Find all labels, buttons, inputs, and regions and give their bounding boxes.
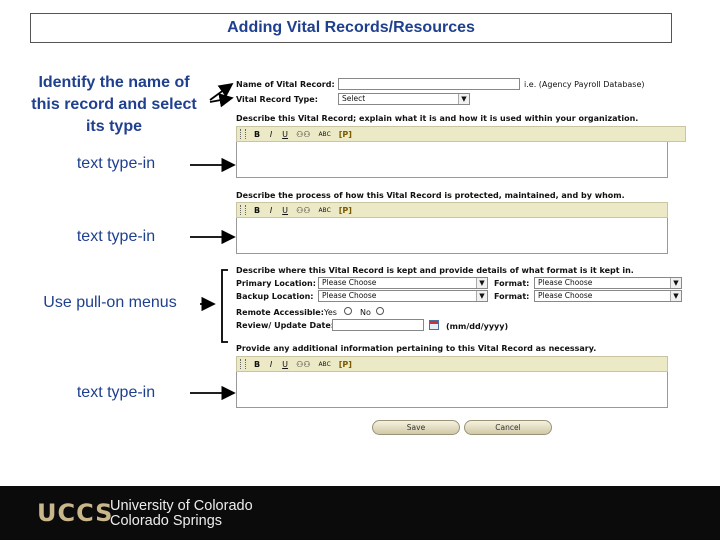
vital-record-form: Name of Vital Record: i.e. (Agency Payro… xyxy=(236,76,686,446)
where-label: Describe where this Vital Record is kept… xyxy=(236,266,634,275)
toolbar-grip xyxy=(240,129,246,139)
chevron-down-icon: ▼ xyxy=(476,291,487,301)
backup-location-select[interactable]: Please Choose ▼ xyxy=(318,290,488,302)
annotation-text-typein-2: text type-in xyxy=(76,228,156,245)
process-label: Describe the process of how this Vital R… xyxy=(236,191,625,200)
format-label: Format: xyxy=(494,279,530,288)
italic-button[interactable]: I xyxy=(268,130,274,139)
remote-accessible-label: Remote Accessible: xyxy=(236,308,324,317)
find-button[interactable]: ⚇⚇ xyxy=(296,130,310,139)
menus-bracket xyxy=(221,269,228,343)
review-date-label: Review/ Update Date: xyxy=(236,321,334,330)
chevron-down-icon: ▼ xyxy=(670,291,681,301)
date-format-hint: (mm/dd/yyyy) xyxy=(446,322,509,331)
annotation-identify: Identify the name of this record and sel… xyxy=(18,72,210,138)
save-button[interactable]: Save xyxy=(372,420,460,435)
no-label: No xyxy=(360,308,371,317)
cancel-button[interactable]: Cancel xyxy=(464,420,552,435)
arrow-to-name-field xyxy=(209,82,234,101)
annotation-text-typein-1: text type-in xyxy=(76,155,156,172)
underline-button[interactable]: U xyxy=(282,206,288,215)
annotation-identify-line1: Identify the name of xyxy=(38,74,190,91)
spellcheck-button[interactable]: ABC xyxy=(318,207,330,214)
backup-location-value: Please Choose xyxy=(322,291,377,300)
calendar-icon[interactable] xyxy=(429,320,439,330)
chevron-down-icon: ▼ xyxy=(476,278,487,288)
spellcheck-button[interactable]: ABC xyxy=(318,131,330,138)
format-select-1[interactable]: Please Choose ▼ xyxy=(534,277,682,289)
underline-button[interactable]: U xyxy=(282,130,288,139)
format-select-2[interactable]: Please Choose ▼ xyxy=(534,290,682,302)
backup-location-label: Backup Location: xyxy=(236,292,314,301)
name-hint: i.e. (Agency Payroll Database) xyxy=(524,80,645,89)
type-select-value: Select xyxy=(342,94,366,103)
paste-button[interactable]: [P] xyxy=(339,360,352,369)
additional-info-label: Provide any additional information perta… xyxy=(236,344,597,353)
annotation-identify-line2: this record and select xyxy=(31,96,197,113)
toolbar-grip xyxy=(240,205,246,215)
primary-location-value: Please Choose xyxy=(322,278,377,287)
bold-button[interactable]: B xyxy=(254,130,260,139)
arrow-to-type-select xyxy=(209,93,234,108)
format-2-label: Format: xyxy=(494,292,530,301)
uccs-logo: UCCS xyxy=(37,499,114,527)
format-select-2-value: Please Choose xyxy=(538,291,593,300)
process-editor[interactable] xyxy=(236,218,668,254)
review-date-input[interactable] xyxy=(332,319,424,331)
annotation-pull-on-menus: Use pull-on menus xyxy=(43,294,177,311)
type-label: Vital Record Type: xyxy=(236,95,318,104)
primary-location-select[interactable]: Please Choose ▼ xyxy=(318,277,488,289)
editor-toolbar-3: B I U ⚇⚇ ABC [P] xyxy=(236,356,668,372)
footer-bar: UCCS University of Colorado Colorado Spr… xyxy=(0,486,720,540)
italic-button[interactable]: I xyxy=(268,206,274,215)
bold-button[interactable]: B xyxy=(254,360,260,369)
primary-location-label: Primary Location: xyxy=(236,279,316,288)
spellcheck-button[interactable]: ABC xyxy=(318,361,330,368)
no-radio[interactable] xyxy=(376,307,384,315)
university-name-line1: University of Colorado xyxy=(110,498,253,514)
slide-title: Adding Vital Records/Resources xyxy=(30,13,672,43)
bold-button[interactable]: B xyxy=(254,206,260,215)
editor-toolbar-2: B I U ⚇⚇ ABC [P] xyxy=(236,202,668,218)
editor-toolbar-1: B I U ⚇⚇ ABC [P] xyxy=(236,126,686,142)
name-input[interactable] xyxy=(338,78,520,90)
type-select[interactable]: Select ▼ xyxy=(338,93,470,105)
annotation-identify-line3: its type xyxy=(85,118,142,135)
paste-button[interactable]: [P] xyxy=(339,206,352,215)
paste-button[interactable]: [P] xyxy=(339,130,352,139)
italic-button[interactable]: I xyxy=(268,360,274,369)
describe-editor[interactable] xyxy=(236,142,668,178)
format-select-1-value: Please Choose xyxy=(538,278,593,287)
underline-button[interactable]: U xyxy=(282,360,288,369)
describe-label: Describe this Vital Record; explain what… xyxy=(236,114,639,123)
annotation-text-typein-3: text type-in xyxy=(76,384,156,401)
find-button[interactable]: ⚇⚇ xyxy=(296,206,310,215)
yes-label: Yes xyxy=(324,308,337,317)
chevron-down-icon: ▼ xyxy=(670,278,681,288)
toolbar-grip xyxy=(240,359,246,369)
name-label: Name of Vital Record: xyxy=(236,80,335,89)
university-name-line2: Colorado Springs xyxy=(110,513,223,529)
find-button[interactable]: ⚇⚇ xyxy=(296,360,310,369)
additional-info-editor[interactable] xyxy=(236,372,668,408)
yes-radio[interactable] xyxy=(344,307,352,315)
chevron-down-icon: ▼ xyxy=(458,94,469,104)
